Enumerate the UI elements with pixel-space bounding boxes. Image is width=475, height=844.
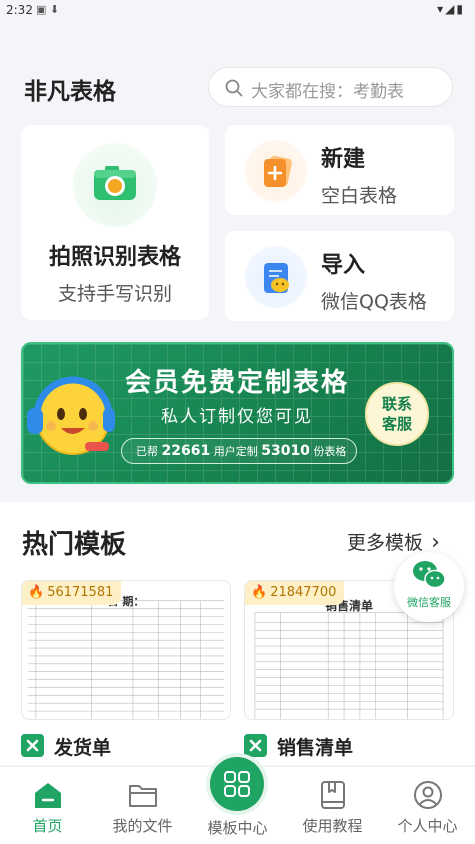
excel-icon [21,734,44,757]
wechat-service-button[interactable]: 微信客服 [394,552,464,622]
template-card-shipping[interactable]: 日 期： 🔥 56171581 [21,580,231,720]
fire-icon: 🔥 [28,585,45,600]
nav-label: 首页 [32,817,63,835]
hot-count: 56171581 [47,585,114,600]
import-table-card[interactable]: 导入 微信QQ表格 [225,231,454,321]
section-title: 热门模板 [22,530,127,560]
import-card-subtitle: 微信QQ表格 [321,291,427,313]
book-icon [321,781,345,809]
new-card-title: 新建 [321,147,366,172]
wechat-icon [413,561,446,589]
contact-line-2: 客服 [381,415,412,433]
notification-icons: ▣ ⬇ [36,3,60,16]
status-bar: 2:32 ▣ ⬇ ▾◢▮ [0,0,475,22]
new-file-icon [264,155,292,187]
status-time: 2:32 [6,3,33,17]
membership-banner[interactable]: 会员免费定制表格 私人订制仅您可见 已帮 22661 用户定制 53010 份表… [21,342,454,484]
nav-item-my-files[interactable]: 我的文件 [95,767,190,844]
system-status-icons: ▾◢▮ [437,2,465,16]
nav-label: 模板中心 [207,819,268,837]
excel-icon [244,734,267,757]
template-name: 发货单 [54,737,112,759]
hot-count: 21847700 [270,585,337,600]
app-title: 非凡表格 [24,79,116,105]
new-table-card[interactable]: 新建 空白表格 [225,125,454,215]
template-name: 销售清单 [277,737,354,759]
fire-icon: 🔥 [251,585,268,600]
import-card-title: 导入 [321,253,366,278]
nav-item-profile[interactable]: 个人中心 [380,767,475,844]
nav-label: 使用教程 [302,817,363,835]
stat-prefix: 已帮 [136,445,158,458]
contact-line-1: 联系 [381,395,412,413]
contact-service-button[interactable]: 联系 客服 [365,382,429,446]
search-placeholder: 大家都在搜：考勤表 [251,82,404,102]
nav-label: 个人中心 [397,817,458,835]
photo-card-title: 拍照识别表格 [48,245,181,270]
search-input[interactable]: 大家都在搜：考勤表 [208,67,453,107]
grid-icon [224,771,250,797]
banner-stats: 已帮 22661 用户定制 53010 份表格 [121,438,357,464]
banner-title: 会员免费定制表格 [125,368,350,398]
users-count: 22661 [161,443,211,459]
photo-recognition-card[interactable]: 拍照识别表格 支持手写识别 [21,125,209,320]
home-icon [35,783,61,808]
more-templates-label: 更多模板 [347,532,424,554]
new-card-subtitle: 空白表格 [321,185,398,207]
banner-subtitle: 私人订制仅您可见 [161,407,313,427]
photo-card-subtitle: 支持手写识别 [57,283,172,305]
hot-count-badge: 🔥 56171581 [22,581,122,605]
mascot-headset-icon [27,376,115,455]
hot-count-badge: 🔥 21847700 [245,581,345,605]
nav-label: 我的文件 [112,817,173,835]
nav-item-tutorial[interactable]: 使用教程 [285,767,380,844]
user-icon [414,781,442,809]
tables-count: 53010 [261,443,310,459]
wechat-service-label: 微信客服 [407,596,451,609]
template-center-button[interactable] [210,757,264,811]
stat-middle: 用户定制 [213,445,258,458]
camera-icon [94,166,136,200]
nav-item-home[interactable]: 首页 [0,767,95,844]
import-file-icon [264,263,289,293]
more-templates-link[interactable]: 更多模板 › [347,528,440,555]
stat-suffix: 份表格 [313,445,347,458]
search-icon [225,79,243,97]
folder-icon [129,785,157,807]
